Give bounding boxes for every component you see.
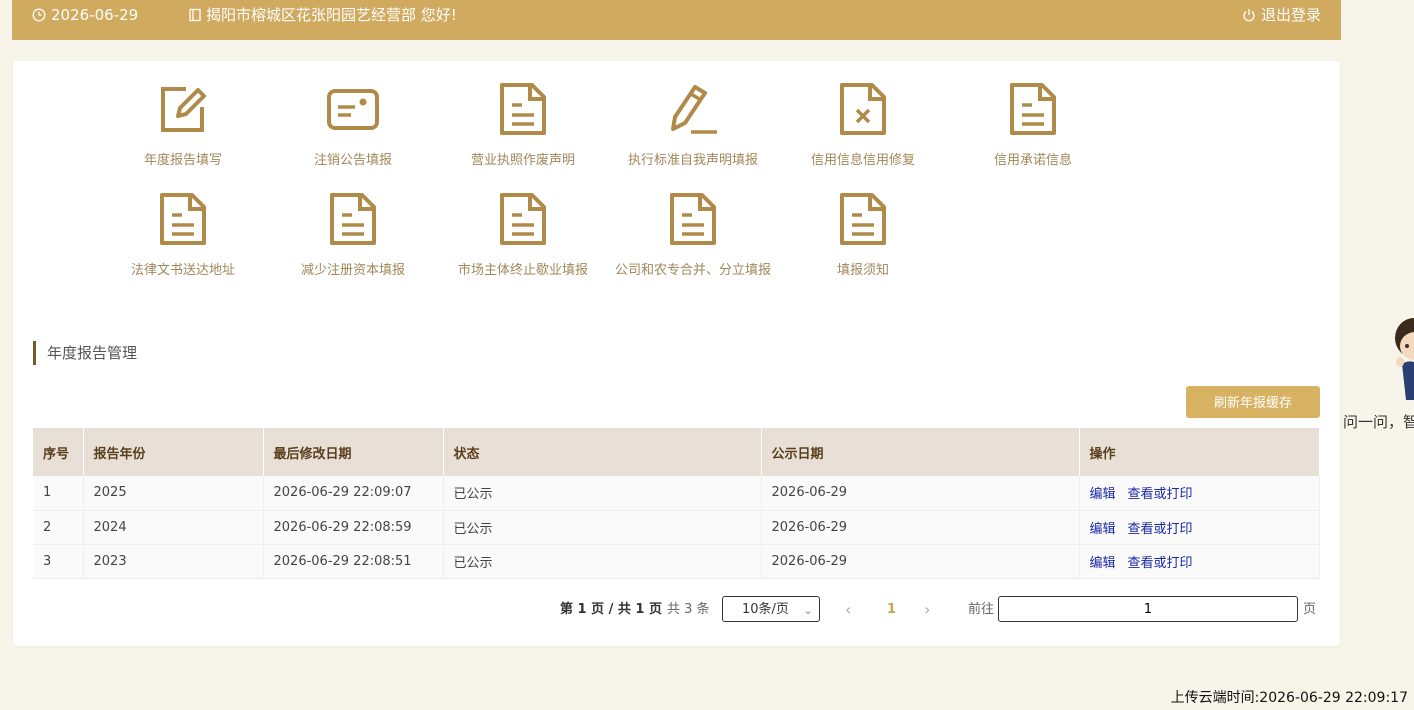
table-row: 1 2025 2026-06-29 22:09:07 已公示 2026-06-2… <box>33 476 1320 511</box>
menu-credit-repair[interactable]: 信用信息信用修复 <box>778 83 948 183</box>
menu-credit-commitment[interactable]: 信用承诺信息 <box>948 83 1118 183</box>
menu-business-termination[interactable]: 市场主体终止歇业填报 <box>438 193 608 293</box>
edit-link[interactable]: 编辑 <box>1090 556 1116 571</box>
section-title: 年度报告管理 <box>33 341 137 365</box>
view-print-link[interactable]: 查看或打印 <box>1128 556 1193 571</box>
cell-no: 3 <box>33 544 84 579</box>
col-header: 操作 <box>1079 428 1320 476</box>
cell-no: 2 <box>33 510 84 545</box>
header-date: 2026-06-29 <box>32 0 138 30</box>
next-page-button[interactable]: › <box>924 596 930 624</box>
document-icon <box>778 193 948 245</box>
menu-merger-split[interactable]: 公司和农专合并、分立填报 <box>608 193 778 293</box>
cell-modified: 2026-06-29 22:08:51 <box>263 544 444 579</box>
edit-icon <box>98 83 268 135</box>
table-header-row: 序号 报告年份 最后修改日期 状态 公示日期 操作 <box>33 428 1320 476</box>
cell-modified: 2026-06-29 22:09:07 <box>263 476 444 511</box>
page-unit-label: 页 <box>1303 602 1317 617</box>
assistant-prompt[interactable]: 问一问，智 <box>1343 411 1414 432</box>
cell-year: 2023 <box>83 544 264 579</box>
current-page-number[interactable]: 1 <box>887 596 896 624</box>
upload-time: 上传云端时间:2026-06-29 22:09:17 <box>1170 690 1408 706</box>
col-header: 序号 <box>33 428 84 476</box>
menu-filing-notice[interactable]: 填报须知 <box>778 193 948 293</box>
document-icon <box>438 193 608 245</box>
top-bar: 2026-06-29 揭阳市榕城区花张阳园艺经营部 您好! 退出登录 <box>12 0 1341 40</box>
col-header: 状态 <box>443 428 762 476</box>
table-row: 2 2024 2026-06-29 22:08:59 已公示 2026-06-2… <box>33 510 1320 545</box>
cell-actions: 编辑 查看或打印 <box>1079 544 1320 579</box>
col-header: 报告年份 <box>83 428 264 476</box>
logout-label: 退出登录 <box>1260 6 1321 24</box>
document-icon <box>608 193 778 245</box>
menu-label: 执行标准自我声明填报 <box>627 153 758 168</box>
menu-label: 填报须知 <box>836 263 889 278</box>
page-size-value: 10条/页 <box>742 602 789 617</box>
cell-status: 已公示 <box>443 476 762 511</box>
col-header: 公示日期 <box>761 428 1080 476</box>
menu-standard-declaration[interactable]: 执行标准自我声明填报 <box>608 83 778 183</box>
goto-page-input[interactable] <box>998 596 1298 622</box>
menu-label: 信用承诺信息 <box>993 153 1072 168</box>
menu-label: 减少注册资本填报 <box>300 263 405 278</box>
cell-no: 1 <box>33 476 84 511</box>
door-icon <box>188 8 202 22</box>
menu-license-void[interactable]: 营业执照作废声明 <box>438 83 608 183</box>
logout-button[interactable]: 退出登录 <box>1242 0 1321 30</box>
menu-capital-reduction[interactable]: 减少注册资本填报 <box>268 193 438 293</box>
refresh-cache-button[interactable]: 刷新年报缓存 <box>1186 386 1320 418</box>
col-header: 最后修改日期 <box>263 428 444 476</box>
cell-status: 已公示 <box>443 510 762 545</box>
header-date-text: 2026-06-29 <box>51 6 139 24</box>
cell-publish: 2026-06-29 <box>761 544 1080 579</box>
menu-label: 年度报告填写 <box>143 153 222 168</box>
prev-page-button[interactable]: ‹ <box>845 596 851 624</box>
document-icon <box>948 83 1118 135</box>
clock-icon <box>32 8 46 22</box>
page-info: 第 1 页 / 共 1 页 <box>560 602 662 617</box>
document-icon <box>268 193 438 245</box>
total-count: 共 3 条 <box>667 602 710 617</box>
menu-annual-report[interactable]: 年度报告填写 <box>98 83 268 183</box>
table-row: 3 2023 2026-06-29 22:08:51 已公示 2026-06-2… <box>33 544 1320 579</box>
pagination: 第 1 页 / 共 1 页 共 3 条 10条/页 ⌄ ‹ 1 › 前往 页 <box>13 596 1340 624</box>
menu-label: 营业执照作废声明 <box>470 153 575 168</box>
menu-cancel-notice[interactable]: 注销公告填报 <box>268 83 438 183</box>
pencil-icon <box>608 83 778 135</box>
cell-publish: 2026-06-29 <box>761 510 1080 545</box>
cell-actions: 编辑 查看或打印 <box>1079 510 1320 545</box>
view-print-link[interactable]: 查看或打印 <box>1128 487 1193 502</box>
edit-link[interactable]: 编辑 <box>1090 522 1116 537</box>
assistant-avatar[interactable] <box>1392 316 1414 400</box>
id-card-icon <box>268 83 438 135</box>
document-icon <box>438 83 608 135</box>
greeting-text: 揭阳市榕城区花张阳园艺经营部 您好! <box>206 6 457 24</box>
menu-label: 信用信息信用修复 <box>810 153 915 168</box>
menu-label: 法律文书送达地址 <box>130 263 235 278</box>
document-x-icon <box>778 83 948 135</box>
goto-label: 前往 <box>968 602 995 617</box>
chevron-down-icon: ⌄ <box>802 603 813 617</box>
cell-actions: 编辑 查看或打印 <box>1079 476 1320 511</box>
cell-status: 已公示 <box>443 544 762 579</box>
cell-year: 2025 <box>83 476 264 511</box>
menu-label: 市场主体终止歇业填报 <box>457 263 588 278</box>
header-greeting: 揭阳市榕城区花张阳园艺经营部 您好! <box>188 0 457 30</box>
document-icon <box>98 193 268 245</box>
cell-year: 2024 <box>83 510 264 545</box>
edit-link[interactable]: 编辑 <box>1090 487 1116 502</box>
power-icon <box>1242 8 1256 22</box>
page-size-select[interactable]: 10条/页 ⌄ <box>722 596 820 622</box>
cell-modified: 2026-06-29 22:08:59 <box>263 510 444 545</box>
cell-publish: 2026-06-29 <box>761 476 1080 511</box>
menu-label: 注销公告填报 <box>313 153 392 168</box>
menu-label: 公司和农专合并、分立填报 <box>614 263 771 278</box>
annual-report-table: 序号 报告年份 最后修改日期 状态 公示日期 操作 1 2025 2026-06… <box>33 428 1320 579</box>
menu-legal-address[interactable]: 法律文书送达地址 <box>98 193 268 293</box>
main-card: 年度报告填写 注销公告填报 营业执照作废声明 执行标准自我声明填报 信用信息信用… <box>13 61 1340 646</box>
view-print-link[interactable]: 查看或打印 <box>1128 522 1193 537</box>
